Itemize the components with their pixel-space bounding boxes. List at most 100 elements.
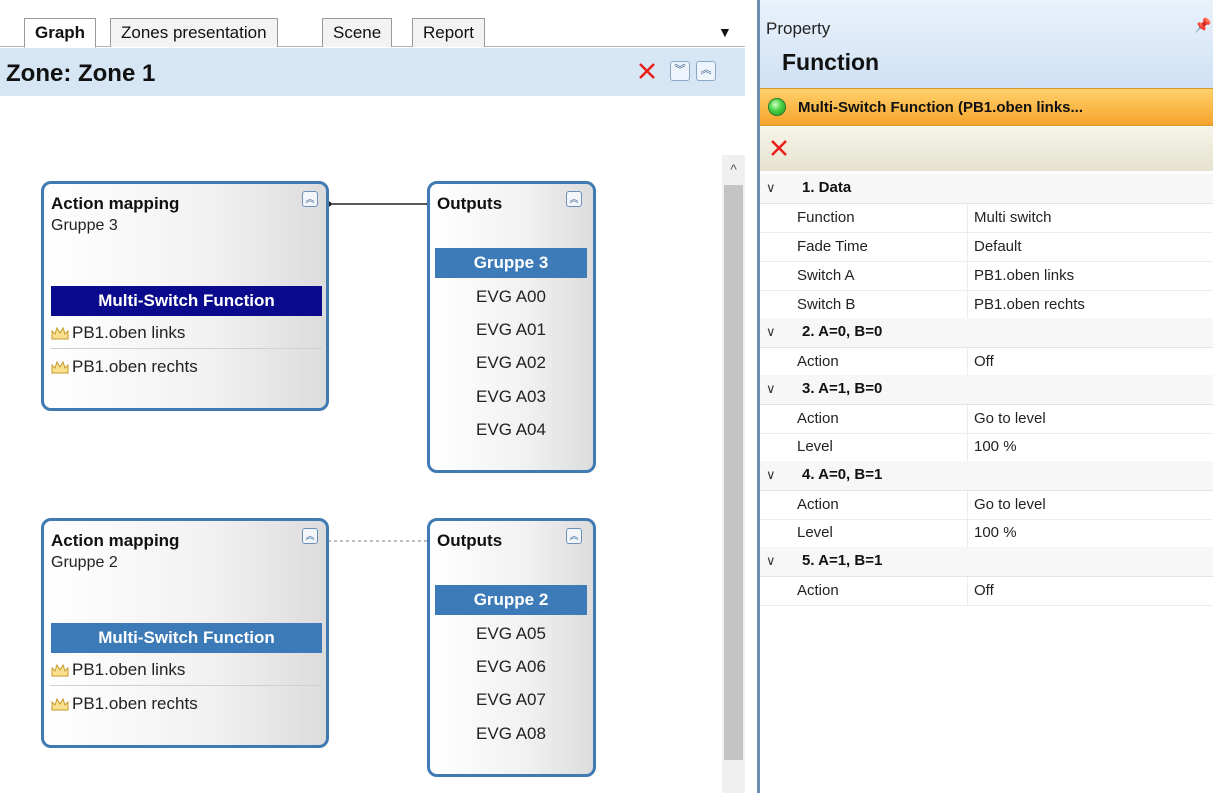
property-value[interactable]: Go to level	[974, 496, 1046, 513]
chevron-down-icon[interactable]: ∨	[766, 467, 776, 483]
tab-menu-dropdown-icon[interactable]: ▼	[718, 24, 732, 40]
property-row[interactable]: Action Go to level	[760, 491, 1213, 520]
action-mapping-node[interactable]: Action mapping Gruppe 3 ︽ Multi-Switch F…	[41, 181, 329, 411]
chevron-down-icon[interactable]: ∨	[766, 381, 776, 397]
node-group: Gruppe 2	[51, 554, 118, 571]
output-item[interactable]: EVG A01	[435, 313, 587, 346]
switch-label: PB1.oben rechts	[72, 357, 198, 376]
delete-zone-icon[interactable]	[636, 60, 658, 82]
column-divider	[967, 262, 968, 291]
tab-scene[interactable]: Scene	[322, 18, 393, 47]
action-mapping-node[interactable]: Action mapping Gruppe 2 ︽ Multi-Switch F…	[41, 518, 329, 748]
property-row[interactable]: Action Off	[760, 348, 1213, 377]
property-key: Function	[797, 209, 855, 226]
property-key: Action	[797, 582, 839, 599]
selected-function-bar[interactable]: Multi-Switch Function (PB1.oben links...	[760, 88, 1213, 126]
switch-item[interactable]: PB1.oben rechts	[50, 356, 198, 378]
panel-label: Property	[766, 19, 831, 38]
collapse-node-icon[interactable]: ︽	[566, 191, 582, 207]
node-title: Action mapping	[51, 531, 180, 550]
node-title: Outputs	[437, 531, 503, 550]
property-key: Switch B	[797, 296, 856, 313]
switch-item[interactable]: PB1.oben rechts	[50, 693, 198, 715]
pin-icon[interactable]: 📌	[1194, 17, 1211, 34]
outputs-node[interactable]: Outputs ︽ Gruppe 3 EVG A00 EVG A01 EVG A…	[427, 181, 596, 473]
chevron-down-icon[interactable]: ∨	[766, 180, 776, 196]
property-header: Property 📌 Function	[760, 0, 1213, 88]
property-row[interactable]: Action Off	[760, 577, 1213, 606]
section-header[interactable]: ∨ 1. Data	[760, 174, 1213, 204]
chevron-down-icon[interactable]: ∨	[766, 324, 776, 340]
output-group-item[interactable]: Gruppe 2	[435, 585, 587, 615]
collapse-node-icon[interactable]: ︽	[302, 528, 318, 544]
delete-icon[interactable]	[768, 137, 790, 159]
property-value[interactable]: Multi switch	[974, 209, 1052, 226]
item-divider	[50, 685, 322, 686]
property-key: Switch A	[797, 267, 855, 284]
column-divider	[967, 405, 968, 434]
property-row[interactable]: Switch A PB1.oben links	[760, 262, 1213, 291]
output-item[interactable]: EVG A03	[435, 380, 587, 413]
tab-graph[interactable]: Graph	[24, 18, 97, 48]
property-row[interactable]: Level 100 %	[760, 433, 1213, 462]
column-divider	[967, 348, 968, 377]
property-value[interactable]: PB1.oben links	[974, 267, 1074, 284]
column-divider	[967, 519, 968, 548]
output-item[interactable]: EVG A02	[435, 346, 587, 379]
output-item[interactable]: EVG A04	[435, 413, 587, 446]
column-divider	[967, 204, 968, 233]
section-header[interactable]: ∨ 5. A=1, B=1	[760, 547, 1213, 577]
output-item[interactable]: EVG A06	[435, 650, 587, 683]
multi-switch-function-item[interactable]: Multi-Switch Function	[51, 286, 322, 316]
tab-zones-presentation[interactable]: Zones presentation	[110, 18, 278, 47]
property-row[interactable]: Switch B PB1.oben rechts	[760, 291, 1213, 320]
section-header[interactable]: ∨ 2. A=0, B=0	[760, 318, 1213, 348]
switch-item[interactable]: PB1.oben links	[50, 659, 185, 681]
tab-report[interactable]: Report	[412, 18, 486, 47]
property-title: Function	[782, 49, 880, 75]
status-ok-icon	[768, 98, 786, 116]
property-value[interactable]: Off	[974, 353, 994, 370]
section-title: 1. Data	[802, 179, 852, 196]
output-item[interactable]: EVG A05	[435, 617, 587, 650]
property-value[interactable]: Go to level	[974, 410, 1046, 427]
outputs-node[interactable]: Outputs ︽ Gruppe 2 EVG A05 EVG A06 EVG A…	[427, 518, 596, 777]
section-header[interactable]: ∨ 4. A=0, B=1	[760, 461, 1213, 491]
property-value[interactable]: 100 %	[974, 524, 1017, 541]
tab-bar: Graph Zones presentation Scene Report ▼	[0, 0, 745, 48]
output-group-item[interactable]: Gruppe 3	[435, 248, 587, 278]
property-row[interactable]: Fade Time Default	[760, 233, 1213, 262]
property-key: Level	[797, 524, 833, 541]
property-row[interactable]: Action Go to level	[760, 405, 1213, 434]
output-item[interactable]: EVG A07	[435, 683, 587, 716]
property-value[interactable]: PB1.oben rechts	[974, 296, 1085, 313]
property-panel: Property 📌 Function Multi-Switch Functio…	[760, 0, 1213, 793]
vertical-scrollbar[interactable]: ^	[722, 155, 745, 793]
scroll-up-icon[interactable]: ^	[722, 161, 745, 181]
switch-item[interactable]: PB1.oben links	[50, 322, 185, 344]
property-value[interactable]: 100 %	[974, 438, 1017, 455]
section-title: 3. A=1, B=0	[802, 380, 883, 397]
property-row[interactable]: Function Multi switch	[760, 204, 1213, 233]
node-title: Action mapping	[51, 194, 180, 213]
output-item[interactable]: EVG A00	[435, 280, 587, 313]
scroll-thumb[interactable]	[724, 185, 743, 760]
expand-all-icon[interactable]: ︾	[670, 61, 690, 81]
output-item[interactable]: EVG A08	[435, 717, 587, 750]
collapse-node-icon[interactable]: ︽	[566, 528, 582, 544]
hand-icon	[51, 697, 69, 711]
column-divider	[967, 233, 968, 262]
property-key: Action	[797, 410, 839, 427]
collapse-all-icon[interactable]: ︽	[696, 61, 716, 81]
section-header[interactable]: ∨ 3. A=1, B=0	[760, 375, 1213, 405]
switch-label: PB1.oben rechts	[72, 694, 198, 713]
collapse-node-icon[interactable]: ︽	[302, 191, 318, 207]
property-value[interactable]: Off	[974, 582, 994, 599]
hand-icon	[51, 360, 69, 374]
property-value[interactable]: Default	[974, 238, 1022, 255]
property-row[interactable]: Level 100 %	[760, 519, 1213, 548]
connector-line-dashed	[328, 540, 430, 542]
chevron-down-icon[interactable]: ∨	[766, 553, 776, 569]
multi-switch-function-item[interactable]: Multi-Switch Function	[51, 623, 322, 653]
property-key: Action	[797, 353, 839, 370]
